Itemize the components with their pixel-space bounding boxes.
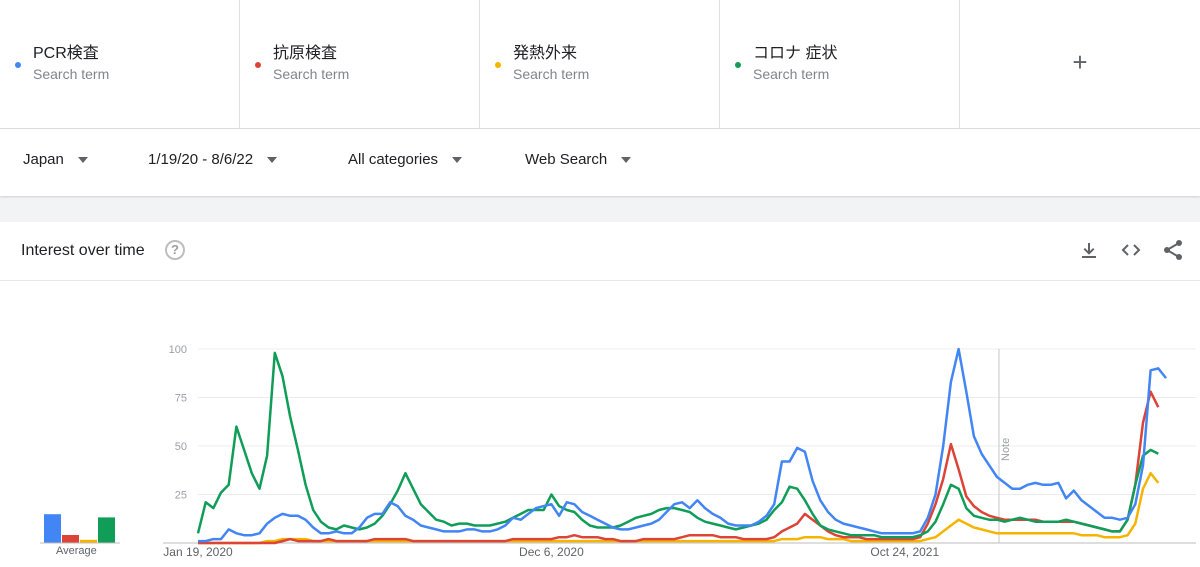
average-bars — [40, 514, 120, 544]
interest-chart: 100 75 50 25 Jan 19, 2020 Dec 6, 2020 Oct 24,… — [40, 344, 1196, 559]
plus-icon: + — [1072, 47, 1088, 77]
category-value: All categories — [348, 151, 439, 168]
caret-down-icon — [77, 156, 88, 163]
search-term-4[interactable]: コロナ 症状 Search term — [720, 0, 960, 128]
date-range-dropdown[interactable]: 1/19/20 - 8/6/22 — [148, 151, 278, 168]
chart-gridlines — [163, 348, 1196, 544]
search-term-type: Search term — [513, 66, 590, 82]
category-dropdown[interactable]: All categories — [348, 151, 463, 168]
x-tick-label: Jan 19, 2020 — [163, 545, 233, 559]
chart-note: Note — [998, 349, 1012, 543]
caret-down-icon — [452, 156, 463, 163]
search-terms-bar: PCR検査 Search term 抗原検査 Search term 発熱外来 … — [0, 0, 1200, 129]
series-color-dot — [15, 62, 21, 68]
filter-bar: Japan 1/19/20 - 8/6/22 All categories We… — [0, 129, 1200, 196]
search-term-3[interactable]: 発熱外来 Search term — [480, 0, 720, 128]
search-term-name: PCR検査 — [33, 45, 99, 62]
region-dropdown[interactable]: Japan — [23, 151, 88, 168]
average-bar-1 — [44, 514, 61, 543]
add-term-button[interactable]: + — [960, 0, 1200, 128]
search-term-2[interactable]: 抗原検査 Search term — [240, 0, 480, 128]
series-line-1 — [198, 347, 1167, 543]
region-value: Japan — [23, 151, 64, 168]
interest-over-time-card: Interest over time ? 100 75 50 25 Jan 19, 2… — [0, 222, 1200, 567]
series-color-dot — [255, 62, 261, 68]
y-tick-label: 75 — [175, 393, 187, 405]
x-tick-label: Dec 6, 2020 — [519, 545, 584, 559]
series-color-dot — [735, 62, 741, 68]
search-term-1[interactable]: PCR検査 Search term — [0, 0, 240, 128]
search-term-type: Search term — [33, 66, 110, 82]
date-range-value: 1/19/20 - 8/6/22 — [148, 151, 254, 168]
search-type-value: Web Search — [525, 151, 608, 168]
caret-down-icon — [621, 156, 632, 163]
y-tick-label: 100 — [169, 344, 187, 356]
search-term-type: Search term — [273, 66, 350, 82]
y-axis-ticks: 100 75 50 25 — [169, 344, 187, 502]
y-tick-label: 25 — [175, 490, 187, 502]
note-label: Note — [1000, 438, 1012, 461]
average-bar-4 — [98, 517, 115, 543]
caret-down-icon — [267, 156, 278, 163]
y-tick-label: 50 — [175, 441, 187, 453]
series-line-4 — [196, 351, 1159, 539]
average-label: Average — [56, 545, 97, 557]
search-term-type: Search term — [753, 66, 830, 82]
search-term-name: 発熱外来 — [513, 45, 578, 62]
search-type-dropdown[interactable]: Web Search — [525, 151, 632, 168]
average-bar-2 — [62, 535, 79, 543]
search-term-name: コロナ 症状 — [753, 45, 838, 62]
series-color-dot — [495, 62, 501, 68]
x-tick-label: Oct 24, 2021 — [870, 545, 939, 559]
x-axis-ticks: Jan 19, 2020 Dec 6, 2020 Oct 24, 2021 — [163, 545, 939, 559]
search-term-name: 抗原検査 — [273, 45, 338, 62]
